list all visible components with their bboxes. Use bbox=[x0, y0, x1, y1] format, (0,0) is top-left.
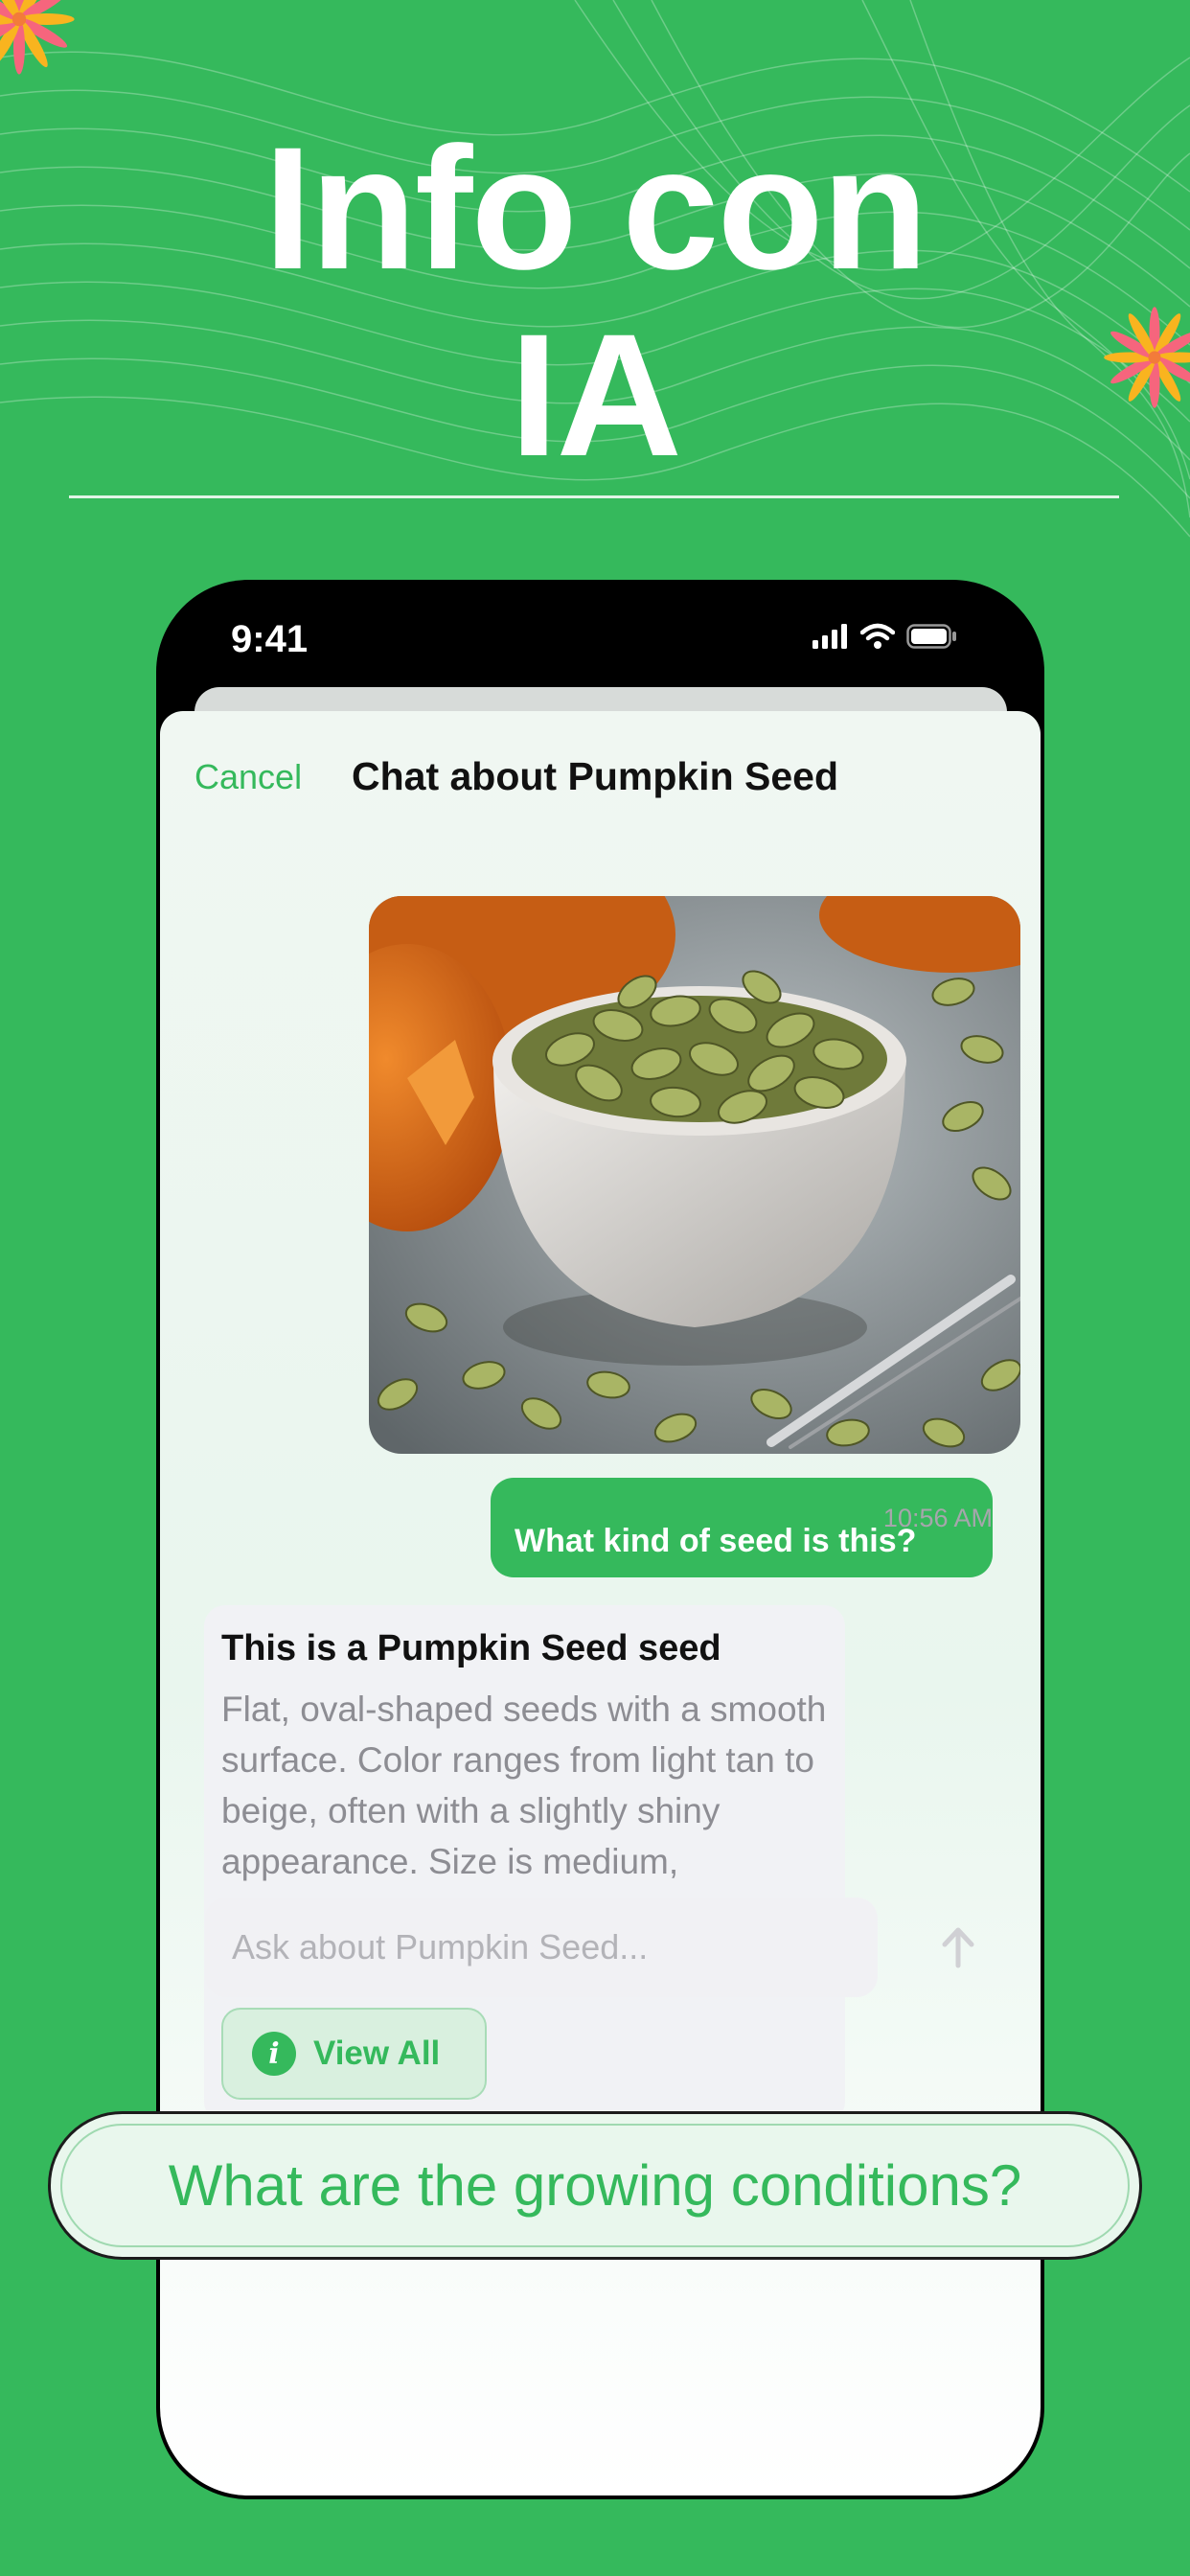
pumpkin-seed-photo[interactable] bbox=[369, 896, 1020, 1454]
status-icons bbox=[812, 623, 958, 650]
wifi-icon bbox=[860, 623, 895, 649]
status-time: 9:41 bbox=[231, 618, 309, 660]
ai-response-card: This is a Pumpkin Seed seed Flat, oval-s… bbox=[204, 1605, 845, 2123]
hero-divider bbox=[69, 495, 1119, 498]
hero-title-line-1: Info con bbox=[263, 110, 928, 306]
cancel-button[interactable]: Cancel bbox=[195, 757, 302, 797]
suggestion-text: What are the growing conditions? bbox=[168, 2153, 1022, 2218]
view-all-button[interactable]: i View All bbox=[221, 2008, 487, 2100]
ask-input[interactable] bbox=[205, 1898, 878, 1997]
hero-title-line-2: IA bbox=[510, 297, 682, 493]
message-timestamp: 10:56 AM bbox=[882, 1504, 993, 1532]
suggestion-chip[interactable]: What are the growing conditions? bbox=[48, 2111, 1142, 2260]
hero-title: Info con IA bbox=[0, 115, 1190, 489]
flower-decoration-icon bbox=[0, 0, 75, 75]
battery-icon bbox=[906, 624, 956, 649]
cellular-signal-icon bbox=[812, 624, 847, 649]
send-button[interactable] bbox=[917, 1906, 999, 1989]
ai-response-heading: This is a Pumpkin Seed seed bbox=[221, 1628, 721, 1668]
info-icon: i bbox=[252, 2032, 296, 2076]
arrow-up-icon bbox=[942, 1927, 974, 1968]
view-all-label: View All bbox=[313, 2035, 441, 2072]
user-message-text: What kind of seed is this? bbox=[515, 1523, 917, 1559]
chat-title: Chat about Pumpkin Seed bbox=[352, 754, 838, 798]
